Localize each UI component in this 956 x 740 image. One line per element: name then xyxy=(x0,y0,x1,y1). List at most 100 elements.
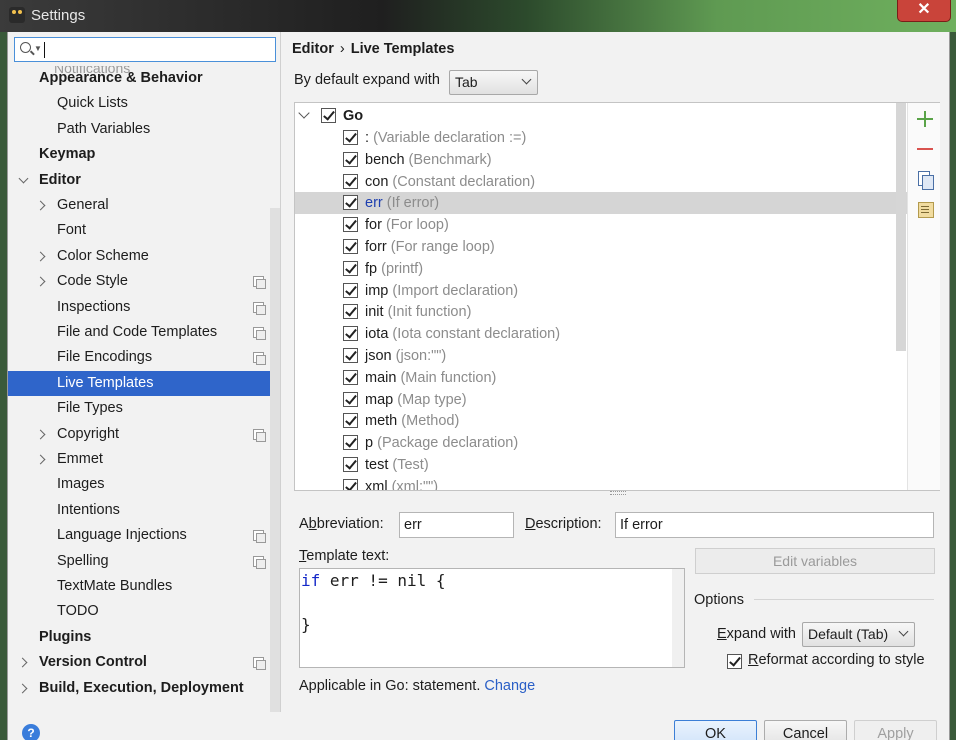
sidebar-item[interactable]: Plugins xyxy=(8,625,270,650)
template-row[interactable]: map (Map type) xyxy=(295,389,907,411)
search-input[interactable]: ▼ xyxy=(14,37,276,62)
description-field[interactable]: If error xyxy=(615,512,934,538)
template-row[interactable]: con (Constant declaration) xyxy=(295,171,907,193)
template-checkbox[interactable] xyxy=(343,173,358,189)
sidebar-item[interactable]: File Encodings xyxy=(8,345,270,370)
template-row[interactable]: main (Main function) xyxy=(295,367,907,389)
cancel-button[interactable]: Cancel xyxy=(764,720,847,740)
breadcrumb-current: Live Templates xyxy=(350,41,455,57)
chevron-right-icon[interactable] xyxy=(36,252,46,262)
template-checkbox[interactable] xyxy=(343,239,358,254)
template-row[interactable]: iota (Iota constant declaration) xyxy=(295,323,907,345)
template-row[interactable]: json (json:"") xyxy=(295,345,907,367)
sidebar-item[interactable]: Inspections xyxy=(8,295,270,320)
sidebar-item[interactable]: TODO xyxy=(8,599,270,624)
template-row[interactable]: bench (Benchmark) xyxy=(295,149,907,171)
chevron-right-icon[interactable] xyxy=(18,684,28,694)
sidebar-item[interactable]: File Types xyxy=(8,396,270,421)
template-abbreviation: map xyxy=(365,391,394,408)
sidebar-item[interactable]: Color Scheme xyxy=(8,244,270,269)
sidebar-item[interactable]: Spelling xyxy=(8,549,270,574)
change-context-icon[interactable] xyxy=(916,200,934,218)
template-checkbox[interactable] xyxy=(343,282,358,298)
editor-scrollbar[interactable] xyxy=(672,569,684,667)
templates-scrollbar[interactable] xyxy=(896,103,906,351)
template-row[interactable]: meth (Method) xyxy=(295,410,907,432)
chevron-right-icon[interactable] xyxy=(36,201,46,211)
sidebar-item[interactable]: Intentions xyxy=(8,498,270,523)
sidebar-item[interactable]: Keymap xyxy=(8,142,270,167)
template-checkbox[interactable] xyxy=(343,369,358,385)
sidebar-item[interactable]: Emmet xyxy=(8,447,270,472)
sidebar-item[interactable]: Path Variables xyxy=(8,117,270,142)
template-checkbox[interactable] xyxy=(343,195,358,211)
template-checkbox[interactable] xyxy=(343,457,358,472)
help-icon[interactable]: ? xyxy=(22,724,40,740)
sidebar-item[interactable]: Editor xyxy=(8,168,270,193)
remove-icon[interactable] xyxy=(916,140,934,158)
sidebar-item[interactable]: Images xyxy=(8,472,270,497)
change-link[interactable]: Change xyxy=(484,678,535,694)
template-checkbox[interactable] xyxy=(343,304,358,320)
sidebar-item[interactable]: Language Injections xyxy=(8,523,270,548)
expand-key-select[interactable]: Tab xyxy=(449,70,538,95)
template-checkbox[interactable] xyxy=(343,348,358,363)
sidebar-item[interactable]: Font xyxy=(8,218,270,243)
template-checkbox[interactable] xyxy=(343,326,358,342)
code-line-3: } xyxy=(301,615,311,634)
template-row[interactable]: init (Init function) xyxy=(295,301,907,323)
template-checkbox[interactable] xyxy=(343,478,358,490)
search-options-icon[interactable]: ▼ xyxy=(34,44,42,53)
chevron-down-icon[interactable] xyxy=(18,176,28,186)
template-checkbox[interactable] xyxy=(343,260,358,276)
expand-with-select[interactable]: Default (Tab) xyxy=(802,622,915,647)
group-checkbox[interactable] xyxy=(321,108,336,123)
template-label: json (json:"") xyxy=(365,345,446,367)
close-window-button[interactable]: ✕ xyxy=(897,0,951,22)
add-icon[interactable] xyxy=(916,110,934,128)
template-text-editor[interactable]: if err != nil { } xyxy=(299,568,685,668)
sidebar-item[interactable]: Appearance & Behavior xyxy=(8,66,270,91)
template-checkbox[interactable] xyxy=(343,391,358,407)
abbreviation-field[interactable]: err xyxy=(399,512,514,538)
sidebar-item[interactable]: Code Style xyxy=(8,269,270,294)
template-checkbox[interactable] xyxy=(343,151,358,167)
template-row[interactable]: forr (For range loop) xyxy=(295,236,907,258)
template-row[interactable]: test (Test) xyxy=(295,454,907,476)
edit-variables-button[interactable]: Edit variables xyxy=(695,548,935,574)
sidebar-item[interactable]: Copyright xyxy=(8,422,270,447)
sidebar-item[interactable]: Live Templates xyxy=(8,370,270,396)
chevron-right-icon[interactable] xyxy=(36,455,46,465)
reformat-checkbox[interactable] xyxy=(727,654,742,669)
splitter-handle[interactable] xyxy=(610,491,626,495)
template-checkbox[interactable] xyxy=(343,130,358,145)
chevron-right-icon[interactable] xyxy=(18,658,28,668)
sidebar-item[interactable]: TextMate Bundles xyxy=(8,574,270,599)
template-row[interactable]: for (For loop) xyxy=(295,214,907,236)
template-checkbox[interactable] xyxy=(343,217,358,233)
sidebar-item-label: TextMate Bundles xyxy=(57,578,173,594)
template-row[interactable]: err (If error) xyxy=(295,192,907,215)
template-row[interactable]: p (Package declaration) xyxy=(295,432,907,454)
template-row[interactable]: imp (Import declaration) xyxy=(295,280,907,302)
template-group-go[interactable]: Go xyxy=(295,105,907,127)
template-checkbox[interactable] xyxy=(343,413,358,429)
template-checkbox[interactable] xyxy=(343,435,358,451)
sidebar-item[interactable]: File and Code Templates xyxy=(8,320,270,345)
template-row[interactable]: xml (xml:"") xyxy=(295,476,907,490)
copy-icon[interactable] xyxy=(916,170,934,190)
template-row[interactable]: fp (printf) xyxy=(295,258,907,280)
chevron-down-icon[interactable] xyxy=(298,107,310,119)
chevron-right-icon[interactable] xyxy=(36,277,46,287)
ok-button[interactable]: OK xyxy=(674,720,757,740)
sidebar-item[interactable]: Quick Lists xyxy=(8,91,270,116)
sidebar-scrollbar[interactable] xyxy=(270,208,280,712)
chevron-right-icon[interactable] xyxy=(36,430,46,440)
sidebar-item[interactable]: Build, Execution, Deployment xyxy=(8,676,270,701)
code-line-1: err != nil { xyxy=(320,571,446,590)
apply-button[interactable]: Apply xyxy=(854,720,937,740)
sidebar-item[interactable]: Version Control xyxy=(8,650,270,675)
template-description: (If error) xyxy=(386,195,440,212)
sidebar-item[interactable]: General xyxy=(8,193,270,218)
template-row[interactable]: : (Variable declaration :=) xyxy=(295,127,907,149)
